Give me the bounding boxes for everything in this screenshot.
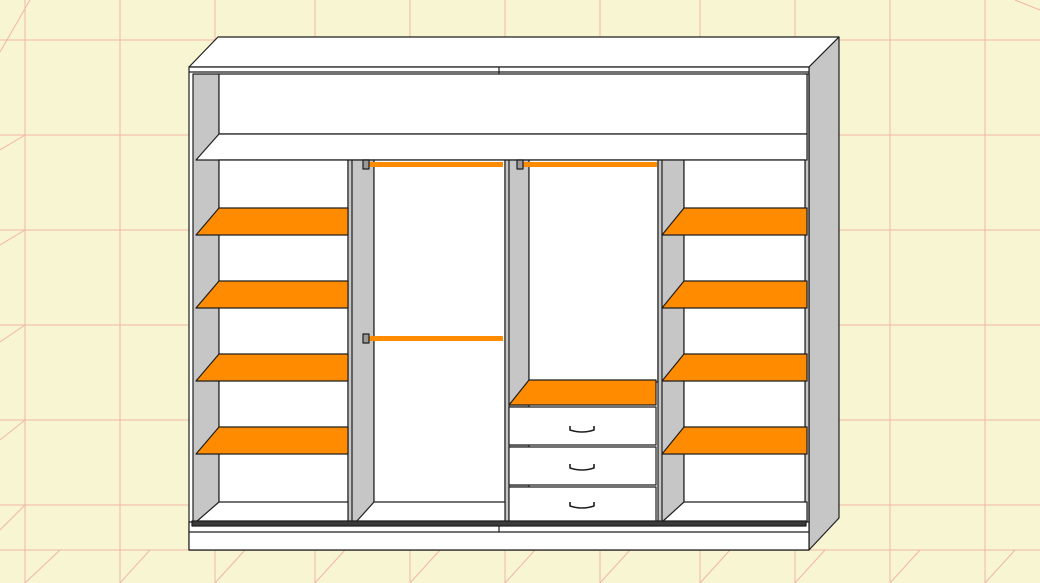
left-shelf-3: [195, 353, 349, 382]
left-shelf-2: [195, 280, 349, 309]
hanging-rail-left-middle: [366, 336, 503, 341]
left-shelf-1: [195, 207, 349, 236]
left-shelf-4: [195, 426, 349, 455]
wardrobe-diagram: [0, 0, 1040, 583]
right-shelf-3: [661, 353, 808, 382]
door-track-rail: [191, 520, 807, 527]
hanging-rail-right-top: [520, 162, 657, 167]
drawer-3: [508, 486, 657, 523]
wardrobe-drawing: [0, 0, 1040, 583]
top-lid: [188, 36, 840, 68]
right-shelf-1: [661, 207, 808, 236]
top-shelf: [195, 133, 808, 161]
center-left-bottom-shelf: [355, 501, 506, 523]
drawer-2: [508, 446, 657, 486]
drawers: [508, 406, 657, 523]
rail-bracket: [516, 159, 524, 170]
drawer-top-shelf: [508, 379, 657, 406]
center-right-section-back: [528, 159, 659, 383]
wardrobe: [188, 36, 840, 551]
rail-bracket: [362, 159, 370, 170]
top-compartment-back: [218, 73, 808, 135]
right-bottom-shelf: [661, 501, 808, 523]
right-shelf-2: [661, 280, 808, 309]
right-shelf-4: [661, 426, 808, 455]
left-bottom-shelf: [195, 501, 349, 523]
right-outer-side: [808, 36, 840, 551]
drawer-1: [508, 406, 657, 446]
rail-bracket: [362, 333, 370, 344]
hanging-rail-left-top: [366, 162, 503, 167]
